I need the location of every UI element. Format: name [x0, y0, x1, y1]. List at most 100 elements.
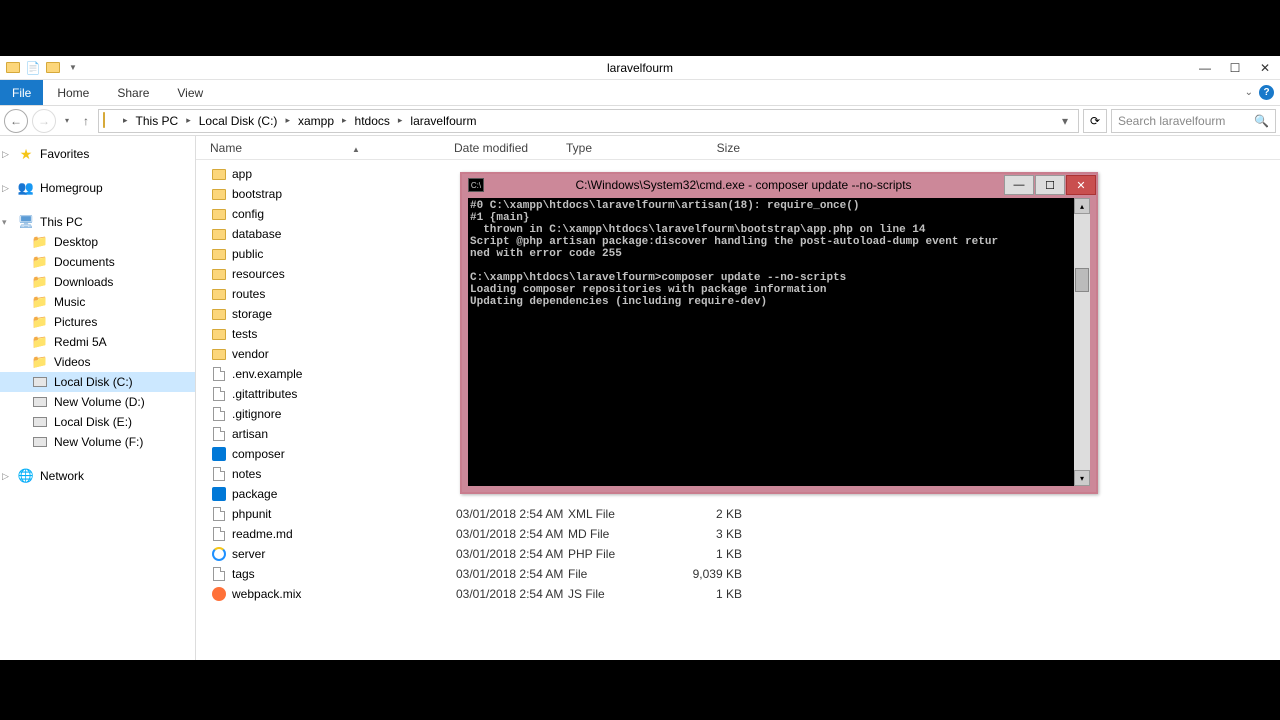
expand-icon[interactable]: ▷: [2, 149, 12, 160]
refresh-button[interactable]: ⟳: [1083, 109, 1107, 133]
column-date[interactable]: Date modified: [454, 141, 566, 155]
sidebar-item-label: Favorites: [40, 147, 89, 161]
chevron-right-icon[interactable]: ▸: [184, 115, 193, 126]
folder-icon: [210, 186, 228, 202]
sidebar-item[interactable]: 📁Videos: [0, 352, 195, 372]
qat-dropdown-icon[interactable]: ▼: [64, 59, 82, 77]
file-name: .env.example: [232, 367, 456, 381]
tab-home[interactable]: Home: [43, 80, 103, 105]
history-dropdown-icon[interactable]: ▾: [60, 109, 74, 133]
forward-button[interactable]: →: [32, 109, 56, 133]
sort-indicator-icon: ▲: [352, 145, 360, 154]
scroll-up-icon[interactable]: ▴: [1074, 198, 1090, 214]
pc-icon: 🖥: [18, 214, 34, 230]
file-name: public: [232, 247, 456, 261]
back-button[interactable]: ←: [4, 109, 28, 133]
file-name: tests: [232, 327, 456, 341]
cmd-title: C:\Windows\System32\cmd.exe - composer u…: [484, 178, 1003, 192]
file-row[interactable]: tags03/01/2018 2:54 AMFile9,039 KB: [196, 564, 1280, 584]
column-type[interactable]: Type: [566, 141, 679, 155]
sidebar-homegroup[interactable]: ▷ 👥 Homegroup: [0, 178, 195, 198]
sidebar-item[interactable]: 📁Redmi 5A: [0, 332, 195, 352]
file-icon: [210, 506, 228, 522]
chevron-right-icon[interactable]: ▸: [121, 115, 130, 126]
breadcrumb-segment[interactable]: htdocs: [351, 112, 394, 130]
breadcrumb-segment[interactable]: xampp: [294, 112, 338, 130]
cmd-close-button[interactable]: ✕: [1066, 175, 1096, 195]
cmd-titlebar[interactable]: C:\ C:\Windows\System32\cmd.exe - compos…: [462, 174, 1096, 196]
sidebar-item[interactable]: New Volume (F:): [0, 432, 195, 452]
sidebar-item-label: Local Disk (C:): [54, 375, 133, 389]
file-size: 1 KB: [681, 547, 742, 561]
titlebar[interactable]: 📄 ▼ laravelfourm — ☐ ✕: [0, 56, 1280, 80]
file-row[interactable]: readme.md03/01/2018 2:54 AMMD File3 KB: [196, 524, 1280, 544]
file-name: package: [232, 487, 456, 501]
column-name[interactable]: Name: [210, 141, 242, 155]
close-button[interactable]: ✕: [1250, 57, 1280, 79]
maximize-button[interactable]: ☐: [1220, 57, 1250, 79]
sidebar-item-label: Desktop: [54, 235, 98, 249]
folder-icon: [210, 246, 228, 262]
breadcrumb[interactable]: ▸ This PC ▸ Local Disk (C:) ▸ xampp ▸ ht…: [98, 109, 1079, 133]
file-tab[interactable]: File: [0, 80, 43, 105]
minimize-button[interactable]: —: [1190, 57, 1220, 79]
tab-view[interactable]: View: [163, 80, 217, 105]
file-name: resources: [232, 267, 456, 281]
sidebar-item[interactable]: New Volume (D:): [0, 392, 195, 412]
chevron-right-icon[interactable]: ▸: [396, 115, 405, 126]
star-icon: ★: [18, 146, 34, 162]
sidebar-favorites[interactable]: ▷ ★ Favorites: [0, 144, 195, 164]
cmd-window[interactable]: C:\ C:\Windows\System32\cmd.exe - compos…: [460, 172, 1098, 494]
scroll-thumb[interactable]: [1075, 268, 1089, 292]
file-type: PHP File: [568, 547, 681, 561]
help-icon[interactable]: ?: [1259, 85, 1274, 100]
up-button[interactable]: ↑: [78, 109, 94, 133]
file-name: .gitignore: [232, 407, 456, 421]
sidebar-network[interactable]: ▷ 🌐 Network: [0, 466, 195, 486]
chevron-right-icon[interactable]: ▸: [283, 115, 292, 126]
sidebar-item[interactable]: 📁 Desktop: [0, 232, 195, 252]
address-dropdown-icon[interactable]: ▾: [1056, 114, 1074, 128]
tab-share[interactable]: Share: [103, 80, 163, 105]
new-folder-icon[interactable]: [44, 59, 62, 77]
folder-icon: 📁: [32, 234, 48, 250]
sidebar-item[interactable]: 📁Downloads: [0, 272, 195, 292]
breadcrumb-segment[interactable]: laravelfourm: [406, 112, 480, 130]
file-icon: [210, 366, 228, 382]
sidebar-item[interactable]: 📁Documents: [0, 252, 195, 272]
properties-icon[interactable]: 📄: [24, 59, 42, 77]
window-title: laravelfourm: [607, 61, 673, 75]
file-date: 03/01/2018 2:54 AM: [456, 527, 568, 541]
chevron-right-icon[interactable]: ▸: [340, 115, 349, 126]
ribbon-expand-icon[interactable]: ⌄: [1245, 87, 1253, 98]
file-name: config: [232, 207, 456, 221]
breadcrumb-segment[interactable]: This PC: [132, 112, 183, 130]
file-row[interactable]: server03/01/2018 2:54 AMPHP File1 KB: [196, 544, 1280, 564]
expand-icon[interactable]: ▷: [2, 471, 12, 482]
file-row[interactable]: webpack.mix03/01/2018 2:54 AMJS File1 KB: [196, 584, 1280, 604]
sidebar-item[interactable]: Local Disk (C:): [0, 372, 195, 392]
column-headers[interactable]: Name ▲ Date modified Type Size: [196, 136, 1280, 160]
sidebar-thispc[interactable]: ▾ 🖥 This PC: [0, 212, 195, 232]
sidebar-item[interactable]: 📁Music: [0, 292, 195, 312]
folder-icon: [210, 166, 228, 182]
collapse-icon[interactable]: ▾: [2, 217, 12, 228]
expand-icon[interactable]: ▷: [2, 183, 12, 194]
cmd-body: #0 C:\xampp\htdocs\laravelfourm\artisan(…: [468, 198, 1090, 486]
cmd-minimize-button[interactable]: —: [1004, 175, 1034, 195]
search-input[interactable]: Search laravelfourm 🔍: [1111, 109, 1276, 133]
sidebar-item[interactable]: 📁Pictures: [0, 312, 195, 332]
scroll-down-icon[interactable]: ▾: [1074, 470, 1090, 486]
column-size[interactable]: Size: [679, 141, 740, 155]
file-icon: [210, 566, 228, 582]
file-name: tags: [232, 567, 456, 581]
breadcrumb-segment[interactable]: Local Disk (C:): [195, 112, 282, 130]
folder-icon: 📁: [32, 334, 48, 350]
file-row[interactable]: phpunit03/01/2018 2:54 AMXML File2 KB: [196, 504, 1280, 524]
cmd-scrollbar[interactable]: ▴ ▾: [1074, 198, 1090, 486]
cmd-maximize-button[interactable]: ☐: [1035, 175, 1065, 195]
sidebar-item-label: Local Disk (E:): [54, 415, 132, 429]
sidebar-item[interactable]: Local Disk (E:): [0, 412, 195, 432]
cmd-output[interactable]: #0 C:\xampp\htdocs\laravelfourm\artisan(…: [468, 198, 1074, 486]
sidebar-item-label: Documents: [54, 255, 115, 269]
